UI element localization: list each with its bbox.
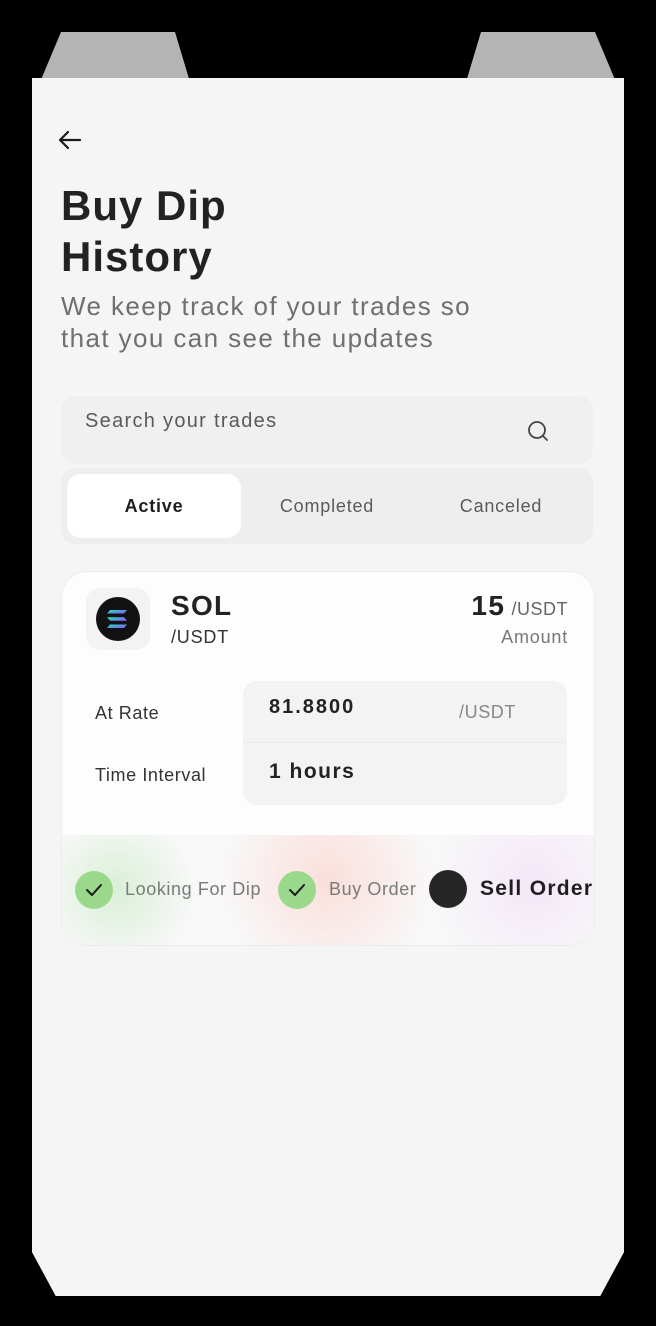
rate-details-box: 81.8800 /USDT 1 hours [243,681,567,805]
tab-completed[interactable]: Completed [240,474,414,538]
rate-unit: /USDT [459,702,516,722]
tab-active[interactable]: Active [67,474,241,538]
search-bar [61,396,593,464]
trade-card[interactable]: SOL /USDT 15 /USDT Amount At Rate Time I… [61,571,595,946]
coin-symbol: SOL [171,590,233,621]
coin-quote-currency: /USDT [171,627,229,647]
interval-value: 1 hours [269,760,356,783]
step-label-sell-order: Sell Order [480,877,594,900]
checkmark-icon [289,884,305,896]
arrow-left-icon [58,130,82,150]
step-label-looking-for-dip: Looking For Dip [125,879,262,899]
coin-logo-container [86,588,150,650]
search-input[interactable] [85,404,505,438]
rate-divider [243,742,567,743]
amount-unit: /USDT [511,599,568,619]
bezel-left-ear [40,32,190,82]
order-progress-steps: Looking For Dip Buy Order Sell Order [62,835,594,945]
step-done-check [75,871,113,909]
amount-line: 15 /USDT [471,590,568,622]
step-done-check [278,871,316,909]
amount-label: Amount [501,627,568,647]
checkmark-icon [86,884,102,896]
page-title: Buy Dip History [61,182,227,280]
step-current-indicator [429,870,467,908]
interval-label: Time Interval [95,765,207,785]
rate-label: At Rate [95,703,160,723]
step-label-buy-order: Buy Order [329,879,417,899]
bezel-right-ear [466,32,616,82]
trade-status-tabs: Active Completed Canceled [61,468,593,544]
amount-value: 15 [471,590,506,621]
solana-logo-icon [96,597,140,641]
rate-value: 81.8800 [269,696,356,718]
back-button[interactable] [56,128,84,152]
page-subtitle: We keep track of your trades so that you… [61,291,471,353]
tab-canceled[interactable]: Canceled [414,474,588,538]
search-icon[interactable] [527,420,549,442]
